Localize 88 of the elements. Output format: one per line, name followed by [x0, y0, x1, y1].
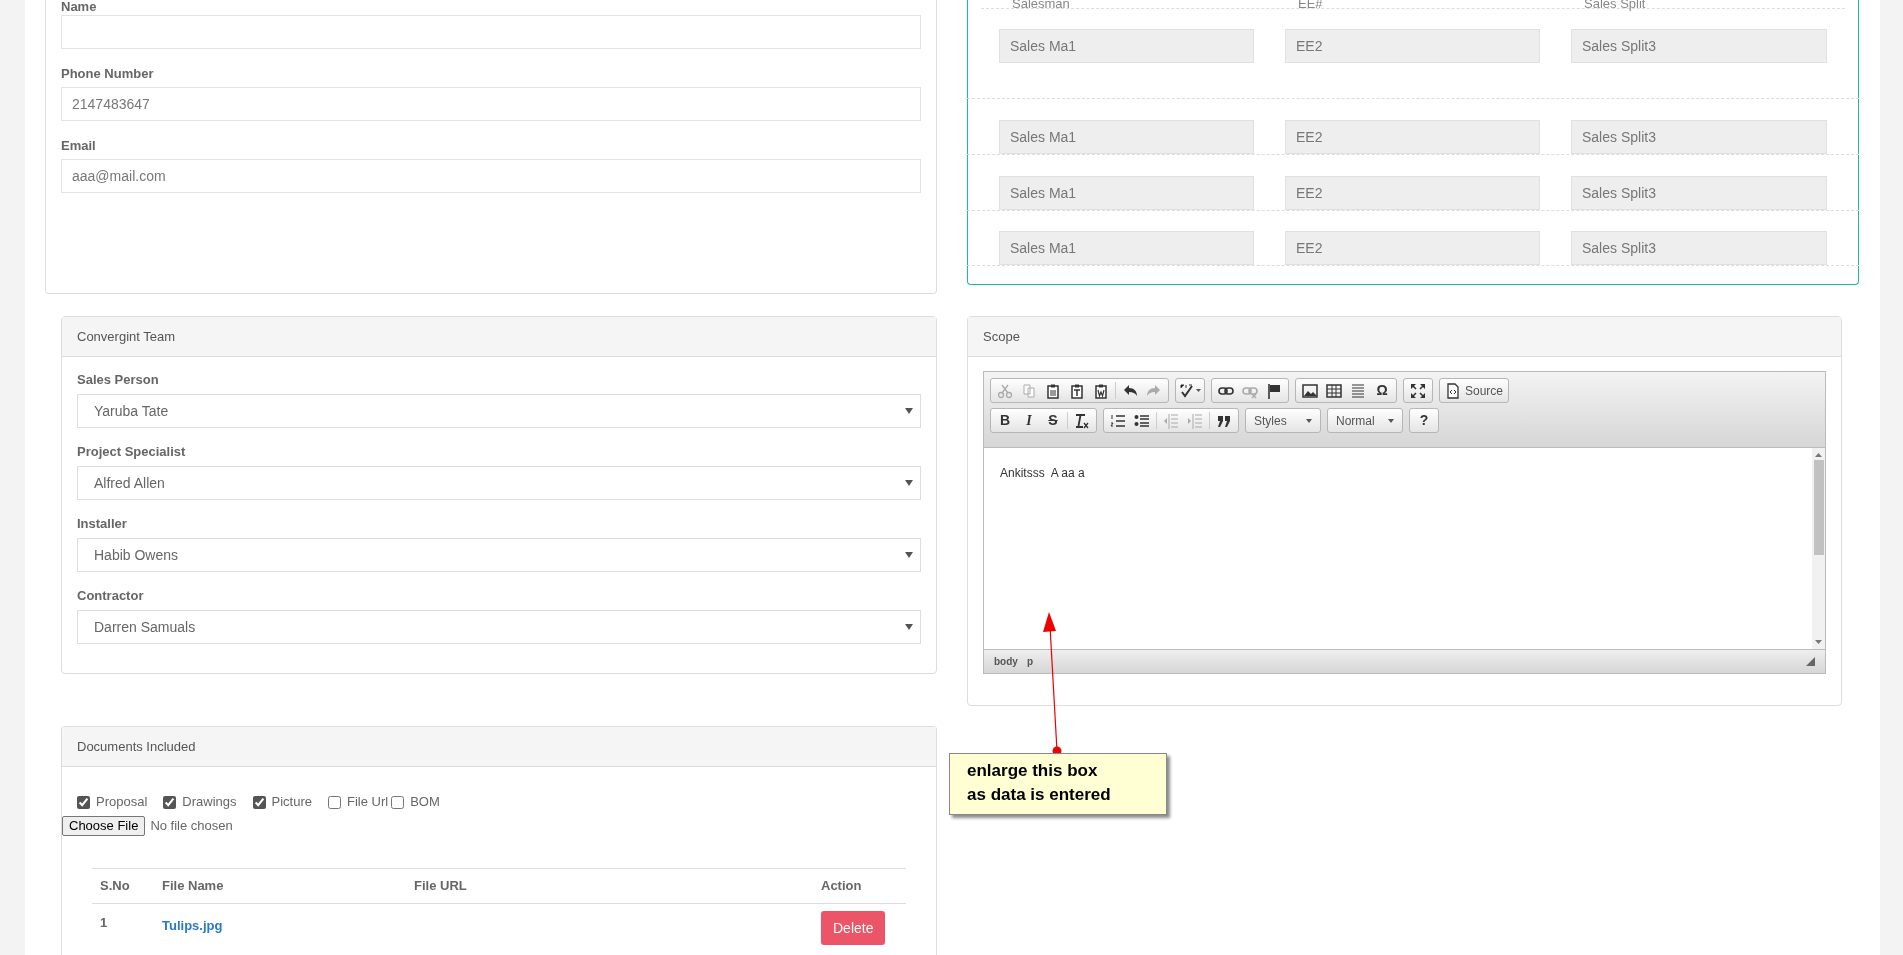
select-field[interactable]: Darren Samuals: [77, 610, 921, 644]
file-status: No file chosen: [150, 817, 233, 836]
table-icon: [1326, 382, 1342, 399]
annotation-note: enlarge this box as data is entered: [949, 753, 1167, 815]
panel-title: Documents Included: [62, 727, 936, 767]
delete-button[interactable]: Delete: [821, 911, 886, 945]
field-label: Contractor: [77, 589, 145, 603]
toolbar-button[interactable]: I: [1017, 410, 1041, 431]
numlist-icon: [1110, 412, 1126, 429]
field-label: Phone Number: [61, 65, 155, 83]
hline-icon: [1350, 382, 1366, 399]
cut-icon: [997, 382, 1013, 399]
field-label: Name: [61, 0, 98, 15]
dropdown-caret-icon: [1195, 389, 1201, 392]
input-field[interactable]: 2147483647: [61, 87, 921, 121]
paste-icon: [1045, 382, 1061, 399]
input-field[interactable]: EE2: [1285, 120, 1540, 154]
input-field[interactable]: EE2: [1285, 29, 1540, 63]
checkbox-label: File Url: [346, 793, 389, 812]
checkbox-label: BOM: [410, 793, 440, 812]
file-link[interactable]: Tulips.jpg: [162, 918, 223, 933]
input-field[interactable]: Sales Split3: [1571, 120, 1827, 154]
copy-icon: [1021, 382, 1037, 399]
editor-text: Ankitsss A aa a: [999, 465, 1086, 482]
column-header: Action: [821, 877, 863, 896]
bulletlist-icon: [1134, 412, 1150, 429]
checkbox[interactable]: [327, 795, 341, 809]
input-field[interactable]: Sales Ma1: [999, 120, 1254, 154]
table-cell-text: 1: [100, 914, 109, 932]
input-field[interactable]: aaa@mail.com: [61, 159, 921, 193]
dropdown-caret-icon: [905, 552, 913, 558]
choose-file-button[interactable]: Choose File: [62, 816, 146, 836]
format-dropdown[interactable]: Styles: [1248, 410, 1318, 431]
select-field[interactable]: Habib Owens: [77, 538, 921, 572]
outdent-icon: [1163, 412, 1179, 429]
source-button[interactable]: Source: [1442, 380, 1507, 401]
column-header: S.No: [100, 877, 131, 896]
dropdown-caret-icon: [1306, 418, 1312, 423]
dropdown-caret-icon: [905, 480, 913, 486]
checkbox[interactable]: [252, 795, 266, 809]
select-field[interactable]: Alfred Allen: [77, 466, 921, 500]
indent-icon: [1187, 412, 1203, 429]
scrollbar[interactable]: [1812, 448, 1825, 649]
dropdown-caret-icon: [905, 408, 913, 414]
dropdown-caret-icon: [1388, 418, 1394, 423]
field-label: Installer: [77, 517, 128, 531]
toolbar-button[interactable]: B: [993, 410, 1017, 431]
spellcheck-icon: [1179, 382, 1196, 399]
input-field[interactable]: Sales Ma1: [999, 29, 1254, 63]
toolbar-button[interactable]: S: [1041, 410, 1065, 431]
field-label: Email: [61, 137, 97, 155]
checkbox-label: Picture: [271, 793, 312, 812]
field-label: Project Specialist: [77, 445, 187, 459]
anchor-icon: [1266, 382, 1282, 399]
resize-handle-icon[interactable]: [1806, 657, 1815, 666]
checkbox-label: Drawings: [182, 793, 237, 812]
column-header: File Name: [162, 877, 225, 896]
image-icon: [1302, 382, 1318, 399]
checkbox[interactable]: [77, 795, 90, 809]
input-field[interactable]: Sales Ma1: [999, 231, 1254, 265]
input-field[interactable]: EE2: [1285, 231, 1540, 265]
column-header: File URL: [414, 877, 468, 896]
element-path-item[interactable]: p: [1026, 654, 1033, 669]
pasteword-icon: [1093, 382, 1109, 399]
dropdown-caret-icon: [905, 624, 913, 630]
panel-title: Scope: [968, 317, 1841, 357]
toolbar-button[interactable]: Ω: [1370, 380, 1394, 401]
checkbox[interactable]: [391, 795, 405, 809]
scroll-up-icon[interactable]: [1815, 453, 1822, 457]
input-field[interactable]: [61, 15, 921, 49]
input-field[interactable]: Sales Split3: [1571, 176, 1827, 210]
select-field[interactable]: Yaruba Tate: [77, 394, 921, 428]
scroll-down-icon[interactable]: [1815, 640, 1822, 644]
element-path-item[interactable]: body: [994, 654, 1018, 669]
removeformat-icon: [1074, 412, 1090, 429]
input-field[interactable]: Sales Ma1: [999, 176, 1254, 210]
panel-title: Convergint Team: [62, 317, 936, 357]
pastetext-icon: [1069, 382, 1085, 399]
checkbox[interactable]: [163, 795, 177, 809]
input-field[interactable]: EE2: [1285, 176, 1540, 210]
format-dropdown[interactable]: Normal: [1330, 410, 1400, 431]
input-field[interactable]: Sales Split3: [1571, 231, 1827, 265]
field-label: Sales Person: [77, 373, 160, 387]
source-icon: [1445, 382, 1461, 399]
checkbox-label: Proposal: [96, 793, 148, 812]
maximize-icon: [1410, 382, 1426, 399]
input-field[interactable]: Sales Split3: [1571, 29, 1827, 63]
toolbar-button[interactable]: ?: [1412, 410, 1436, 431]
